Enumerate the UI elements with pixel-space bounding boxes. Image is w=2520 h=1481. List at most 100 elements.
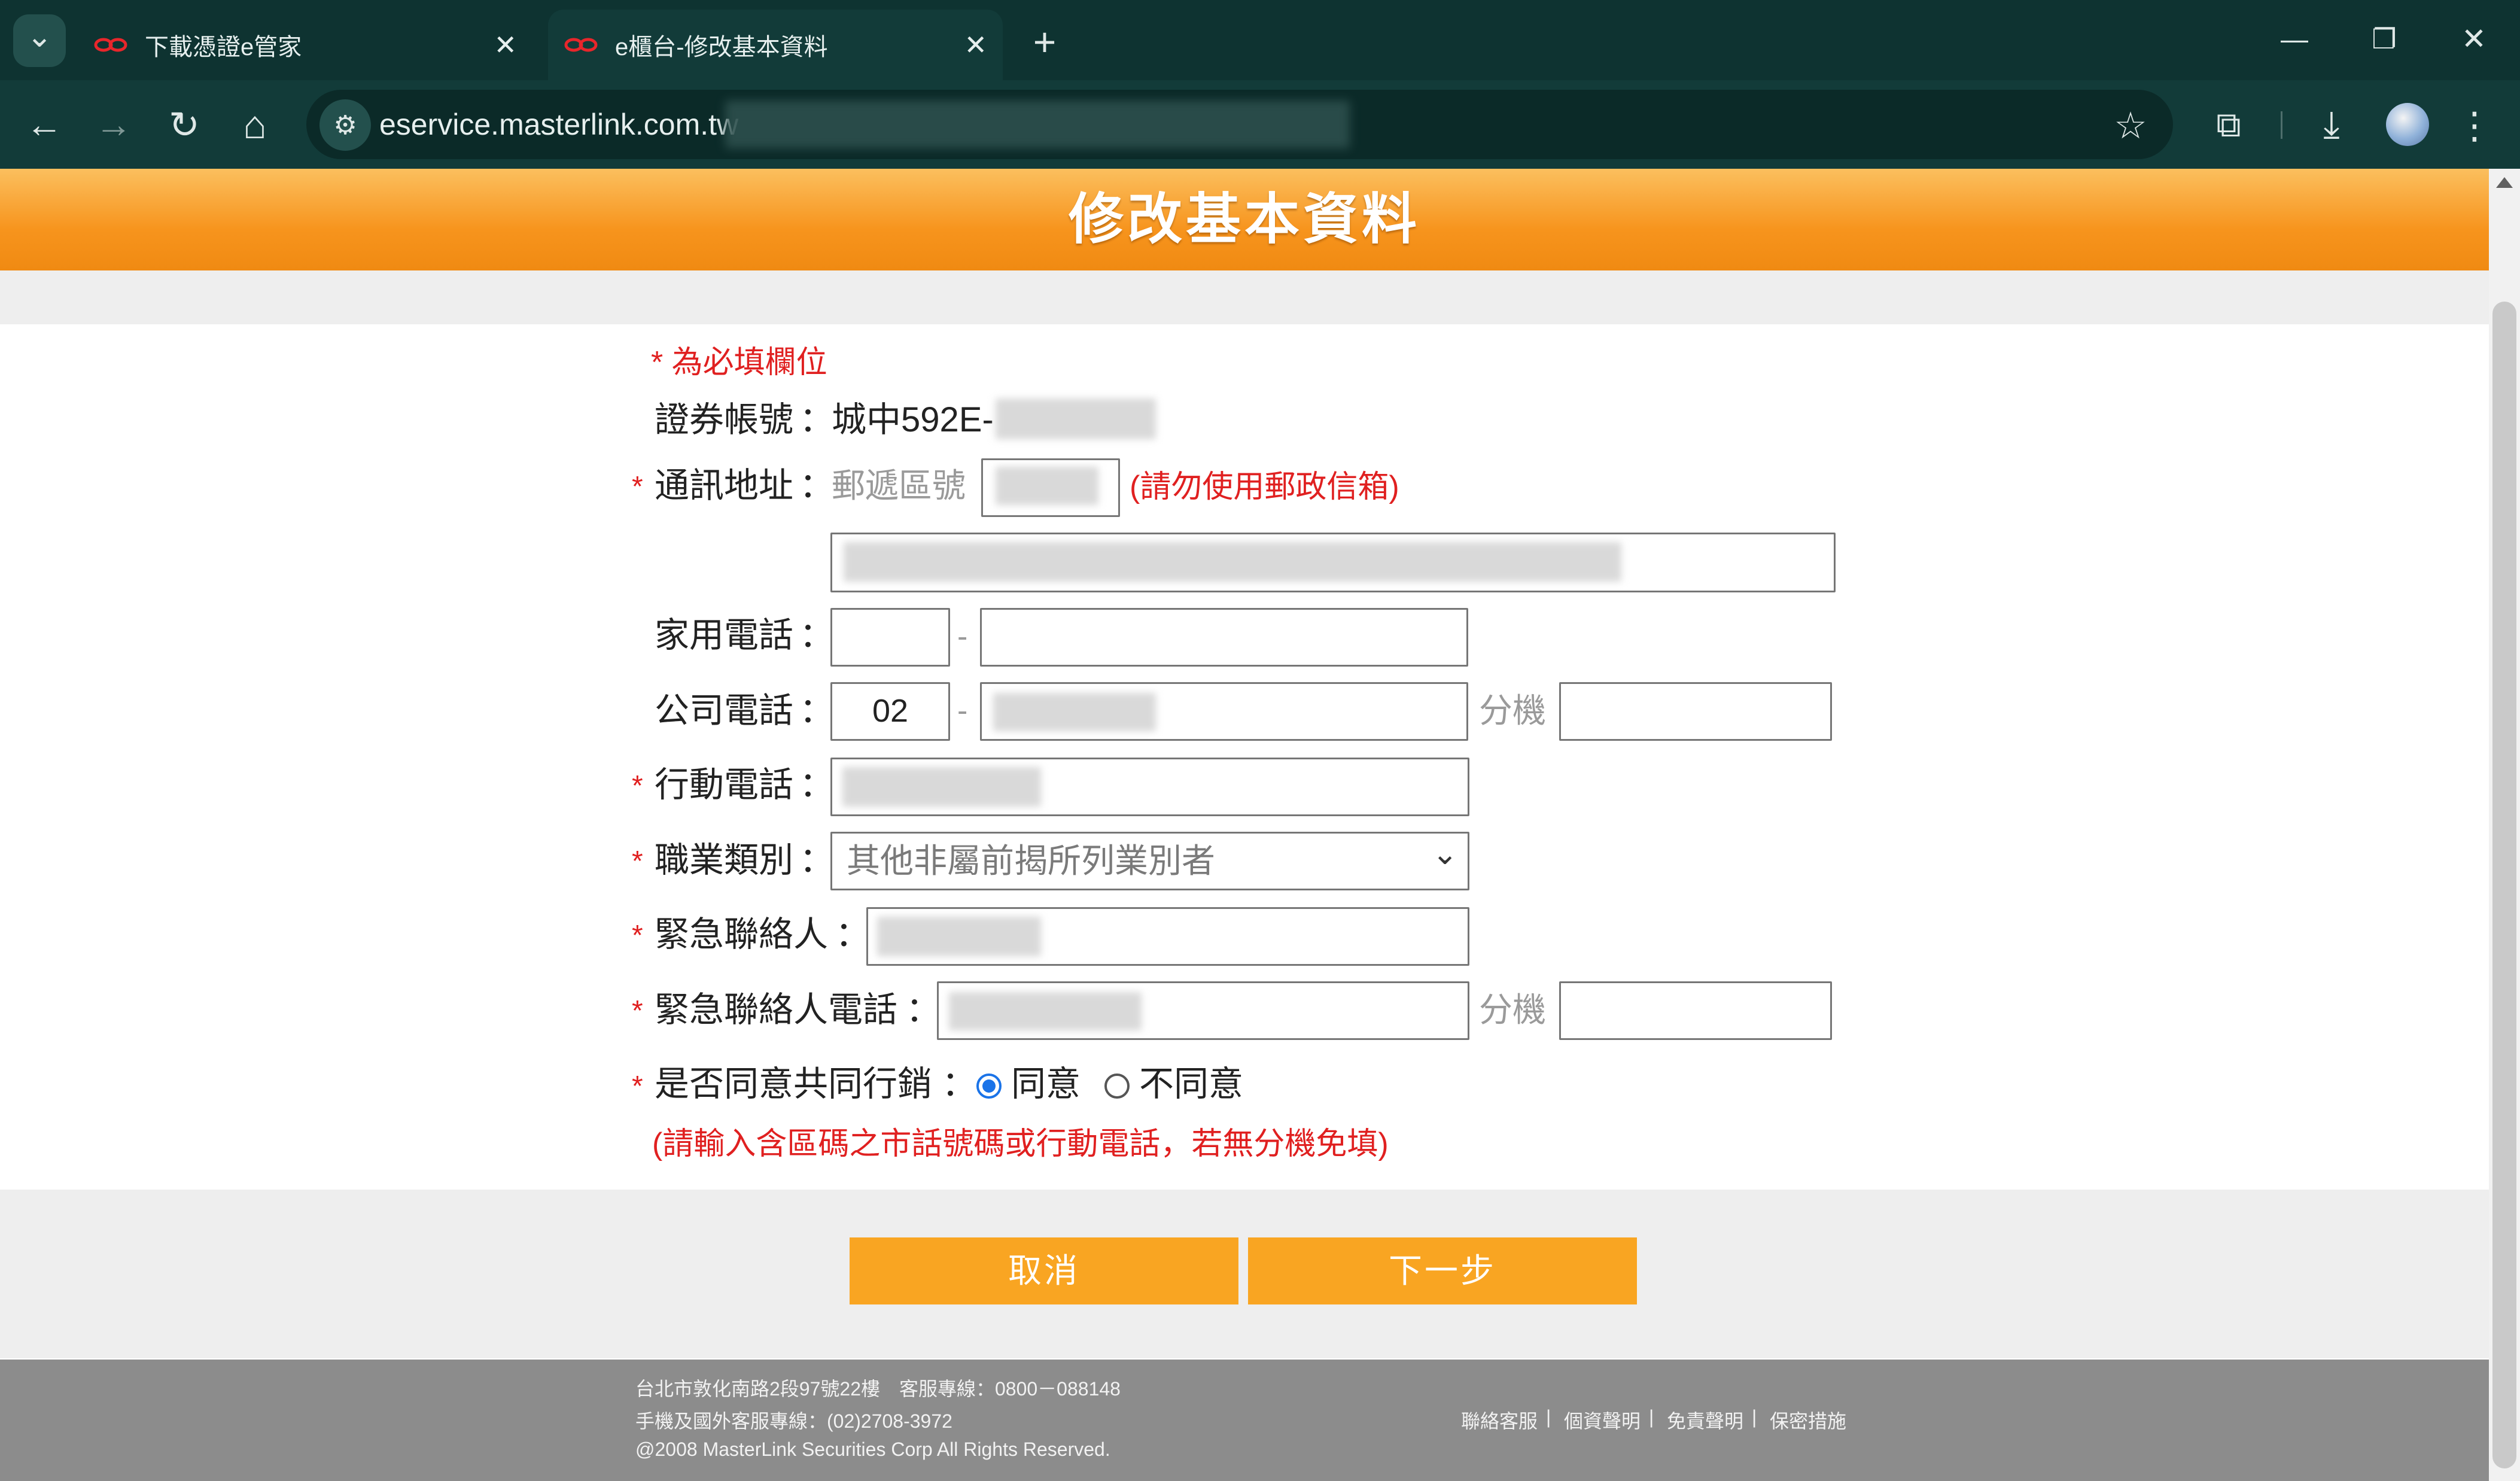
forward-button[interactable]: →: [86, 97, 141, 152]
footer-link-contact[interactable]: 聯絡客服: [1461, 1406, 1538, 1434]
site-info-icon[interactable]: ⚙: [319, 99, 371, 151]
window-close-button[interactable]: ✕: [2441, 12, 2507, 66]
label-colon: ：: [799, 616, 835, 655]
disagree-label[interactable]: 不同意: [1139, 1060, 1243, 1108]
bookmark-star-icon[interactable]: ☆: [2104, 99, 2157, 151]
address-note: (請勿使用郵政信箱): [1130, 470, 1399, 504]
label-colon: ：: [799, 841, 835, 880]
required-mark: *: [632, 471, 643, 503]
office-phone-area-input[interactable]: 02: [830, 682, 950, 741]
zip-label: 郵遞區號: [832, 467, 966, 504]
footer-sep: |: [1546, 1406, 1551, 1428]
required-note: * 為必填欄位: [651, 345, 827, 380]
toolbar-divider: [2281, 111, 2282, 139]
home-phone-number-input[interactable]: [980, 608, 1468, 667]
cancel-button[interactable]: 取消: [850, 1237, 1238, 1304]
download-icon[interactable]: ⤓: [2305, 99, 2358, 151]
footer-sep: |: [1752, 1406, 1757, 1428]
tab-download-cert[interactable]: 下載憑證e管家 ✕: [78, 10, 532, 80]
label-colon: ：: [835, 915, 871, 954]
page-viewport: 修改基本資料 * 為必填欄位 證券帳號 ： 城中592E- * 通訊地址 ： 郵…: [0, 169, 2489, 1481]
profile-avatar[interactable]: [2386, 103, 2429, 146]
footer-sep: |: [1649, 1406, 1654, 1428]
reload-button[interactable]: ↻: [157, 97, 212, 152]
tab-title: e櫃台-修改基本資料: [615, 34, 828, 60]
home-phone-label: 家用電話: [655, 616, 794, 655]
account-value: 城中592E-: [832, 400, 994, 439]
extensions-icon[interactable]: ⧉: [2202, 99, 2256, 151]
page-footer: [0, 1360, 2489, 1481]
required-mark: *: [632, 920, 643, 951]
label-colon: ：: [942, 1065, 977, 1103]
header-band: [0, 270, 2489, 324]
account-redacted: [996, 399, 1156, 439]
agree-label[interactable]: 同意: [1011, 1060, 1081, 1108]
required-mark: *: [632, 846, 643, 877]
disagree-radio[interactable]: [1104, 1074, 1130, 1099]
office-ext-input[interactable]: [1559, 682, 1832, 741]
tab-close-icon[interactable]: ✕: [494, 29, 517, 61]
back-button[interactable]: ←: [17, 97, 72, 152]
phone-dash: -: [957, 694, 968, 728]
scroll-up-arrow-icon[interactable]: [2496, 177, 2513, 188]
next-button[interactable]: 下一步: [1248, 1237, 1637, 1304]
url-redacted: [725, 101, 1350, 148]
emergency-phone-redacted: [949, 992, 1142, 1030]
phone-dash: -: [957, 619, 968, 654]
chevron-down-icon: ⌄: [1432, 837, 1458, 871]
tab-title: 下載憑證e管家: [145, 34, 302, 60]
tab-close-icon[interactable]: ✕: [964, 29, 987, 61]
office-phone-label: 公司電話: [655, 691, 794, 730]
chevron-down-icon: ⌄: [26, 19, 53, 54]
marketing-label: 是否同意共同行銷: [655, 1065, 933, 1103]
plus-icon: +: [1033, 20, 1057, 64]
label-colon: ：: [906, 990, 941, 1029]
mobile-redacted: [842, 767, 1041, 807]
label-colon: ：: [799, 691, 835, 730]
window-restore-button[interactable]: ❐: [2351, 12, 2417, 66]
mobile-label: 行動電話: [655, 765, 794, 804]
url-text: eservice.masterlink.com.tw: [379, 108, 739, 141]
emergency-ext-input[interactable]: [1559, 981, 1832, 1040]
site-favicon-icon: [94, 38, 127, 52]
office-ext-label: 分機: [1479, 692, 1546, 729]
footer-hotline: 手機及國外客服專線：(02)2708-3972: [635, 1410, 952, 1432]
account-label: 證券帳號: [655, 400, 794, 439]
scrollbar-thumb[interactable]: [2492, 302, 2516, 1468]
page-title: 修改基本資料: [1068, 189, 1420, 250]
browser-menu-icon[interactable]: ⋮: [2451, 99, 2498, 151]
label-colon: ：: [799, 765, 835, 804]
home-button[interactable]: ⌂: [227, 97, 282, 152]
footer-link-disclaimer[interactable]: 免責聲明: [1667, 1406, 1743, 1434]
phone-note: (請輸入含區碼之市話號碼或行動電話，若無分機免填): [652, 1127, 1389, 1161]
footer-address: 台北市敦化南路2段97號22樓 客服專線：0800－088148: [635, 1378, 1121, 1400]
required-mark: *: [632, 770, 643, 802]
required-mark: *: [632, 995, 643, 1027]
footer-link-security[interactable]: 保密措施: [1770, 1406, 1846, 1434]
occupation-select[interactable]: 其他非屬前揭所列業別者 ⌄: [830, 832, 1469, 890]
footer-copyright: @2008 MasterLink Securities Corp All Rig…: [635, 1439, 1110, 1460]
new-tab-button[interactable]: +: [1021, 18, 1069, 66]
occupation-label: 職業類別: [655, 841, 794, 880]
address-redacted: [844, 542, 1621, 582]
emergency-ext-label: 分機: [1479, 991, 1546, 1029]
button-band: [0, 1190, 2489, 1358]
agree-radio[interactable]: [976, 1074, 1002, 1099]
tab-search-button[interactable]: ⌄: [13, 14, 66, 67]
label-colon: ：: [799, 466, 835, 505]
office-phone-area-value: 02: [872, 693, 909, 729]
label-colon: ：: [799, 400, 835, 439]
site-favicon-icon: [564, 38, 598, 52]
emergency-contact-label: 緊急聯絡人: [655, 915, 829, 954]
agree-radio-dot: [982, 1079, 996, 1093]
tab-edit-profile[interactable]: e櫃台-修改基本資料 ✕: [548, 10, 1003, 80]
home-phone-area-input[interactable]: [830, 608, 950, 667]
required-mark: *: [632, 1071, 643, 1102]
window-minimize-button[interactable]: —: [2262, 12, 2327, 66]
emergency-contact-redacted: [877, 917, 1041, 956]
emergency-phone-label: 緊急聯絡人電話: [655, 990, 898, 1029]
office-phone-redacted: [993, 693, 1156, 731]
occupation-selected: 其他非屬前揭所列業別者: [847, 842, 1215, 880]
footer-link-privacy[interactable]: 個資聲明: [1564, 1406, 1641, 1434]
address-label: 通訊地址: [655, 466, 794, 505]
